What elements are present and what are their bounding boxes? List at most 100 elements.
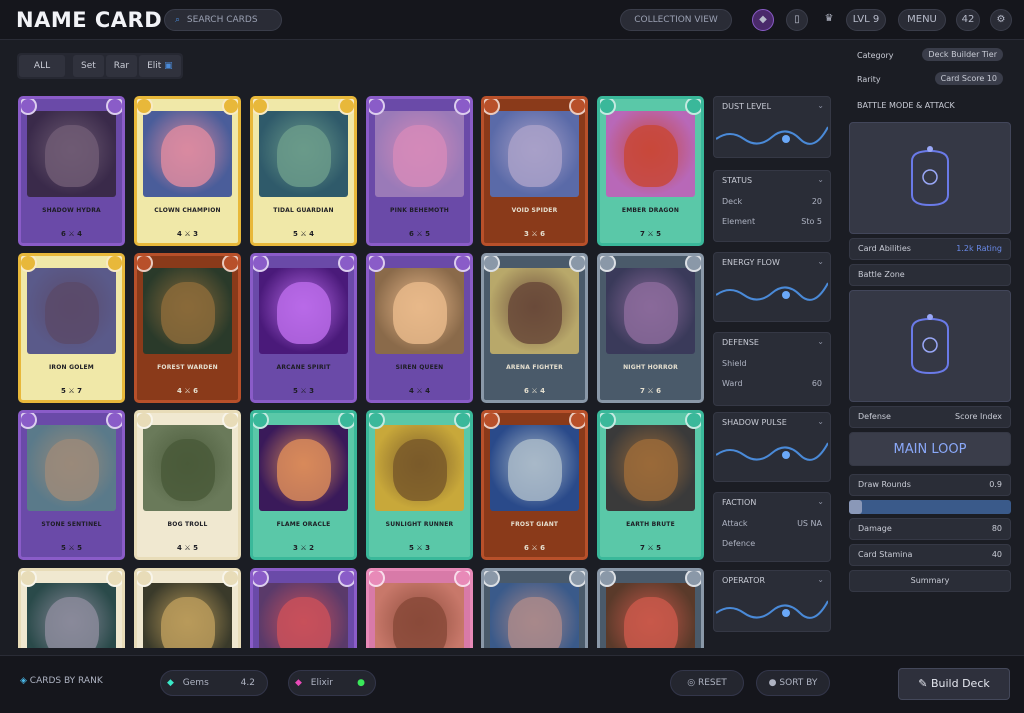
creature-figure [624,125,678,187]
trophy-icon[interactable]: ♛ [818,9,840,31]
filter-set-button[interactable]: Set [73,55,104,77]
menu-button[interactable]: MENU [898,9,946,31]
stat-label: Shield [722,359,747,368]
rarity-gem-icon [569,256,585,272]
mana-gem-icon [21,99,37,115]
rarity-gem-icon [338,413,354,429]
rarity-gem-icon [454,256,470,272]
bag-icon[interactable]: ▯ [786,9,808,31]
mana-gem-icon [484,256,500,272]
card-stats: 6 ⚔ 4 [524,387,545,395]
game-card[interactable]: EARTH BRUTE 7 ⚔ 5 [597,410,704,560]
game-card[interactable]: FROST GIANT 6 ⚔ 6 [481,410,588,560]
rarity-gem-icon [106,99,122,115]
wave-graph [716,282,828,301]
card-stats: 4 ⚔ 4 [409,387,430,395]
category-select[interactable]: Deck Builder Tier [922,48,1003,61]
game-card[interactable]: SKY MONK4 ⚔ 3 [481,568,588,648]
game-card[interactable]: SUNLIGHT RUNNER 5 ⚔ 3 [366,410,473,560]
draw-rounds-row[interactable]: Draw Rounds 0.9 [849,474,1011,496]
rarity-gem-icon [685,256,701,272]
game-card[interactable]: RED TITAN6 ⚔ 7 [366,568,473,648]
game-card[interactable]: SIREN QUEEN 4 ⚔ 4 [366,253,473,403]
card-art [143,268,232,354]
game-card[interactable]: NIGHT HORROR 7 ⚔ 6 [597,253,704,403]
stat-panel[interactable]: STATUS ⌄ Deck 20 Element Sto 5 [713,170,831,242]
creature-figure [161,282,215,344]
chevron-down-icon[interactable]: ⌄ [817,257,824,266]
view-chip[interactable]: COLLECTION VIEW [620,9,732,31]
stat-panel[interactable]: DEFENSE ⌄ Shield Ward 60 [713,332,831,406]
creature-figure [508,597,562,648]
card-art [606,425,695,511]
gem-icon[interactable]: ◆ [752,9,774,31]
game-card[interactable]: TIDAL GUARDIAN 5 ⚔ 4 [250,96,357,246]
rarity-gem-icon [454,571,470,587]
stat-label: Defence [722,539,756,548]
notification-badge[interactable]: 42 [956,9,980,31]
card-stats: 7 ⚔ 6 [640,387,661,395]
stat-value: Sto 5 [801,217,822,226]
card-art [259,583,348,648]
defense-row[interactable]: Defense Score Index [849,406,1011,428]
card-stats: 6 ⚔ 4 [61,230,82,238]
game-card[interactable]: STONE SENTINEL 5 ⚔ 5 [18,410,125,560]
rarity-gem-icon [222,99,238,115]
card-art [375,268,464,354]
search-input[interactable]: ⌕ SEARCH CARDS [164,9,282,31]
game-card[interactable]: CLOWN CHAMPION 4 ⚔ 3 [134,96,241,246]
card-art [27,425,116,511]
square-icon: ▣ [164,61,173,71]
game-card[interactable]: FOREST WARDEN 4 ⚔ 6 [134,253,241,403]
game-card[interactable]: SHADOW HYDRA 6 ⚔ 4 [18,96,125,246]
card-stats: 5 ⚔ 4 [293,230,314,238]
summary-button[interactable]: Summary [849,570,1011,592]
rarity-gem-icon [106,256,122,272]
game-card[interactable]: WRAITH3 ⚔ 4 [18,568,125,648]
game-card[interactable]: IRON GOLEM 5 ⚔ 7 [18,253,125,403]
chevron-down-icon[interactable]: ⌄ [817,337,824,346]
damage-row[interactable]: Damage 80 [849,518,1011,540]
game-card[interactable]: FLAME ORACLE 3 ⚔ 2 [250,410,357,560]
main-loop-button[interactable]: MAIN LOOP [849,432,1011,466]
creature-figure [624,439,678,501]
rarity-gem-icon [569,571,585,587]
settings-icon[interactable]: ⚙ [990,9,1012,31]
build-deck-button[interactable]: ✎ Build Deck [898,668,1010,700]
game-card[interactable]: ARCANE SPIRIT 5 ⚔ 3 [250,253,357,403]
chevron-down-icon[interactable]: ⌄ [817,417,824,426]
stat-value: 20 [811,197,822,206]
chevron-down-icon[interactable]: ⌄ [817,575,824,584]
stat-panel[interactable]: DUST LEVEL ⌄ [713,96,831,158]
game-card[interactable]: VOID SPIDER 3 ⚔ 6 [481,96,588,246]
game-card[interactable]: EMBER DRAGON 7 ⚔ 5 [597,96,704,246]
battle-zone-row[interactable]: Battle Zone [849,264,1011,286]
card-preview-2 [849,290,1011,402]
abilities-row[interactable]: Card Abilities 1.2k Rating [849,238,1011,260]
game-card[interactable]: BOG TROLL 4 ⚔ 5 [134,410,241,560]
chevron-down-icon[interactable]: ⌄ [817,175,824,184]
reset-button[interactable]: ◎ RESET [670,670,744,696]
rarity-select[interactable]: Card Score 10 [934,72,1003,85]
chevron-down-icon[interactable]: ⌄ [817,497,824,506]
game-card[interactable]: CRIMSON GOBLIN2 ⚔ 3 [250,568,357,648]
card-art [375,425,464,511]
reset-icon: ◎ [687,678,696,688]
stat-panel[interactable]: OPERATOR ⌄ [713,570,831,632]
game-card[interactable]: ARENA FIGHTER 6 ⚔ 4 [481,253,588,403]
stat-panel[interactable]: FACTION ⌄ Attack US NA Defence [713,492,831,562]
sort-button[interactable]: ● SORT BY [756,670,830,696]
progress-bar[interactable] [849,500,1011,514]
game-card[interactable]: SPINE BEAST5 ⚔ 5 [134,568,241,648]
chevron-down-icon[interactable]: ⌄ [817,101,824,110]
game-card[interactable]: MAGMA CRAB6 ⚔ 4 [597,568,704,648]
stat-panel[interactable]: ENERGY FLOW ⌄ [713,252,831,322]
filter-rarity-button[interactable]: Rar [105,55,138,77]
game-card[interactable]: PINK BEHEMOTH 6 ⚔ 5 [366,96,473,246]
stat-panel[interactable]: SHADOW PULSE ⌄ [713,412,831,482]
filter-elite-button[interactable]: Elit ▣ [139,55,181,77]
rarity-gem-icon [338,571,354,587]
level-badge[interactable]: LVL 9 [846,9,886,31]
filter-all-button[interactable]: ALL [19,55,65,77]
stamina-row[interactable]: Card Stamina 40 [849,544,1011,566]
